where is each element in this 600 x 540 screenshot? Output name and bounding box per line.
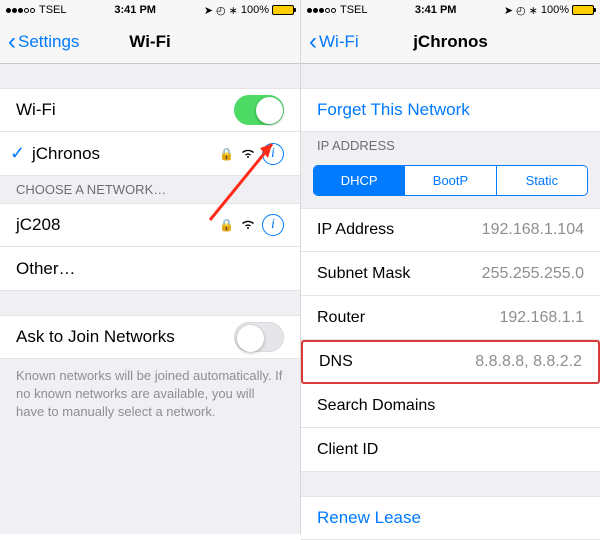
other-label: Other… bbox=[16, 259, 284, 279]
choose-network-header: Choose a Network… bbox=[0, 176, 300, 203]
field-value: 192.168.1.104 bbox=[482, 221, 584, 239]
signal-icon bbox=[307, 8, 336, 13]
lock-icon: 🔒 bbox=[219, 147, 234, 161]
network-detail-pane: TSEL 3:41 PM ➤ ◴ ∗ 100% ‹Wi-Fi jChronos … bbox=[300, 0, 600, 534]
field-value: 192.168.1.1 bbox=[499, 309, 584, 327]
ask-toggle[interactable] bbox=[234, 322, 284, 352]
back-button[interactable]: ‹Settings bbox=[0, 28, 87, 56]
router-row: Router192.168.1.1 bbox=[301, 296, 600, 340]
wifi-settings-pane: TSEL 3:41 PM ➤ ◴ ∗ 100% ‹Settings Wi-Fi … bbox=[0, 0, 300, 534]
renew-label: Renew Lease bbox=[317, 508, 584, 528]
tab-dhcp[interactable]: DHCP bbox=[314, 166, 404, 195]
nav-bar: ‹Settings Wi-Fi bbox=[0, 20, 300, 64]
ask-to-join-row: Ask to Join Networks bbox=[0, 315, 300, 359]
carrier-label: TSEL bbox=[39, 4, 67, 16]
connected-network-label: jChronos bbox=[32, 144, 219, 164]
field-key: DNS bbox=[319, 353, 475, 371]
ip-address-header: IP Address bbox=[301, 132, 600, 159]
tab-static[interactable]: Static bbox=[496, 166, 587, 195]
status-right: ➤ ◴ ∗ 100% bbox=[504, 4, 594, 17]
info-icon[interactable]: i bbox=[262, 143, 284, 165]
clock: 3:41 PM bbox=[368, 4, 504, 16]
battery-percent: 100% bbox=[541, 4, 569, 16]
client-id-row[interactable]: Client ID bbox=[301, 428, 600, 472]
field-key: Router bbox=[317, 309, 499, 327]
location-icon: ➤ bbox=[204, 4, 213, 17]
status-bar: TSEL 3:41 PM ➤ ◴ ∗ 100% bbox=[301, 0, 600, 20]
signal-icon bbox=[6, 8, 35, 13]
status-bar: TSEL 3:41 PM ➤ ◴ ∗ 100% bbox=[0, 0, 300, 20]
info-icon[interactable]: i bbox=[262, 214, 284, 236]
battery-icon bbox=[272, 5, 294, 15]
field-value: 255.255.255.0 bbox=[482, 265, 584, 283]
field-key: IP Address bbox=[317, 221, 482, 239]
field-key: Search Domains bbox=[317, 397, 584, 415]
renew-lease-row[interactable]: Renew Lease bbox=[301, 496, 600, 540]
network-row[interactable]: jC208 🔒 i bbox=[0, 203, 300, 247]
chevron-left-icon: ‹ bbox=[8, 28, 16, 56]
back-button[interactable]: ‹Wi-Fi bbox=[301, 28, 367, 56]
search-domains-row[interactable]: Search Domains bbox=[301, 384, 600, 428]
wifi-toggle-row: Wi-Fi bbox=[0, 88, 300, 132]
chevron-left-icon: ‹ bbox=[309, 28, 317, 56]
dns-row[interactable]: DNS8.8.8.8, 8.8.2.2 bbox=[301, 340, 600, 384]
battery-percent: 100% bbox=[241, 4, 269, 16]
forget-network-row[interactable]: Forget This Network bbox=[301, 88, 600, 132]
battery-icon bbox=[572, 5, 594, 15]
alarm-icon: ◴ bbox=[216, 4, 226, 17]
lock-icon: 🔒 bbox=[219, 218, 234, 232]
bluetooth-icon: ∗ bbox=[229, 4, 238, 17]
clock: 3:41 PM bbox=[67, 4, 204, 16]
subnet-mask-row: Subnet Mask255.255.255.0 bbox=[301, 252, 600, 296]
back-label: Wi-Fi bbox=[319, 32, 359, 52]
ask-footer: Known networks will be joined automatica… bbox=[0, 359, 300, 430]
tab-bootp[interactable]: BootP bbox=[404, 166, 495, 195]
ip-address-row: IP Address192.168.1.104 bbox=[301, 208, 600, 252]
network-label: jC208 bbox=[16, 215, 219, 235]
forget-label: Forget This Network bbox=[317, 100, 584, 120]
field-value: 8.8.8.8, 8.8.2.2 bbox=[475, 353, 582, 371]
ask-label: Ask to Join Networks bbox=[16, 327, 234, 347]
location-icon: ➤ bbox=[504, 4, 513, 17]
field-key: Client ID bbox=[317, 441, 584, 459]
connected-network-row[interactable]: ✓ jChronos 🔒 i bbox=[0, 132, 300, 176]
nav-bar: ‹Wi-Fi jChronos bbox=[301, 20, 600, 64]
wifi-toggle[interactable] bbox=[234, 95, 284, 125]
ip-mode-segment: DHCP BootP Static bbox=[313, 165, 588, 196]
wifi-icon bbox=[240, 146, 256, 162]
status-right: ➤ ◴ ∗ 100% bbox=[204, 4, 294, 17]
bluetooth-icon: ∗ bbox=[529, 4, 538, 17]
wifi-label: Wi-Fi bbox=[16, 100, 234, 120]
other-network-row[interactable]: Other… bbox=[0, 247, 300, 291]
checkmark-icon: ✓ bbox=[10, 143, 32, 164]
back-label: Settings bbox=[18, 32, 79, 52]
alarm-icon: ◴ bbox=[516, 4, 526, 17]
wifi-icon bbox=[240, 217, 256, 233]
carrier-label: TSEL bbox=[340, 4, 368, 16]
field-key: Subnet Mask bbox=[317, 265, 482, 283]
